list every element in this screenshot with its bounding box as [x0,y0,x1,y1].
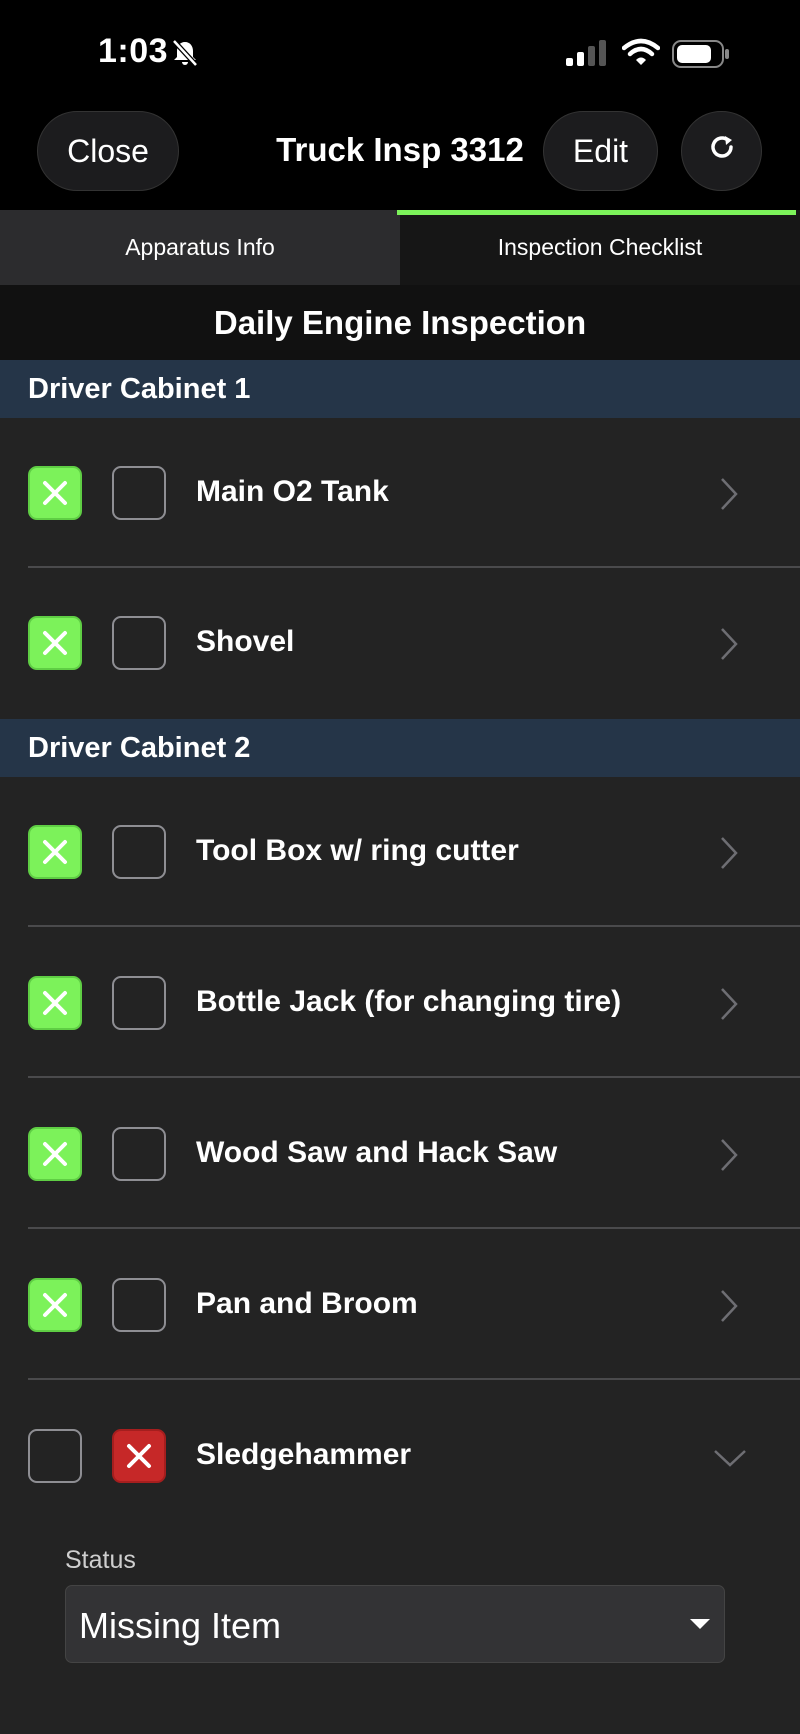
chevron-right-icon [721,837,738,869]
refresh-icon [707,132,737,170]
present-checkbox[interactable] [28,1278,82,1332]
battery-icon [672,40,730,73]
checklist-row[interactable]: Bottle Jack (for changing tire) [0,928,800,1078]
x-mark-icon [43,631,67,655]
x-mark-icon [43,1293,67,1317]
page-title: Truck Insp 3312 [276,131,524,168]
missing-checkbox[interactable] [112,466,166,520]
chevron-right-icon [721,478,738,510]
present-checkbox[interactable] [28,1127,82,1181]
item-label: Wood Saw and Hack Saw [196,1136,558,1169]
item-label: Main O2 Tank [196,475,389,508]
checklist-row[interactable]: Tool Box w/ ring cutter [0,777,800,927]
checklist-row[interactable]: Main O2 Tank [0,418,800,568]
status-select[interactable]: Missing Item [65,1585,725,1663]
close-button[interactable]: Close [37,111,179,191]
x-mark-icon [43,481,67,505]
status-time: 1:03 [98,32,169,70]
row-divider [28,925,800,927]
section-header: Driver Cabinet 1 [0,360,800,418]
x-mark-icon [43,1142,67,1166]
missing-checkbox[interactable] [112,616,166,670]
tab-apparatus-info[interactable]: Apparatus Info [0,210,400,285]
missing-checkbox[interactable] [112,1429,166,1483]
present-checkbox[interactable] [28,616,82,670]
refresh-button[interactable] [681,111,762,191]
bell-slash-icon [170,38,200,73]
nav-bar: Close Truck Insp 3312 Edit [0,105,800,210]
checklist-row[interactable]: Wood Saw and Hack Saw [0,1079,800,1229]
row-divider [28,1378,800,1380]
checklist-row-expanded[interactable]: Sledgehammer [0,1381,800,1531]
tab-inspection-checklist[interactable]: Inspection Checklist [400,210,800,285]
item-label: Bottle Jack (for changing tire) [196,985,622,1018]
missing-checkbox[interactable] [112,825,166,879]
x-mark-icon [127,1444,151,1468]
signal-icon [566,40,610,71]
status-bar: 1:03 [0,0,800,105]
section-header: Driver Cabinet 2 [0,719,800,777]
chevron-right-icon [721,1139,738,1171]
row-divider [28,1076,800,1078]
present-checkbox[interactable] [28,976,82,1030]
status-select-value: Missing Item [79,1605,282,1646]
edit-button[interactable]: Edit [543,111,658,191]
missing-checkbox[interactable] [112,1278,166,1332]
x-mark-icon [43,840,67,864]
chevron-right-icon [721,1290,738,1322]
item-label: Pan and Broom [196,1287,418,1320]
tab-bar: Apparatus Info Inspection Checklist [0,210,800,285]
missing-checkbox[interactable] [112,976,166,1030]
item-label: Tool Box w/ ring cutter [196,834,519,867]
present-checkbox[interactable] [28,825,82,879]
checklist-title: Daily Engine Inspection [0,285,800,360]
wifi-icon [621,38,661,71]
present-checkbox[interactable] [28,1429,82,1483]
chevron-right-icon [721,628,738,660]
chevron-right-icon [721,988,738,1020]
status-label: Status [65,1546,136,1574]
checklist-row[interactable]: Pan and Broom [0,1230,800,1380]
x-mark-icon [43,991,67,1015]
row-divider [28,1227,800,1229]
present-checkbox[interactable] [28,466,82,520]
item-label: Sledgehammer [196,1438,412,1471]
item-label: Shovel [196,625,295,658]
checklist-row[interactable]: Shovel [0,568,800,718]
missing-checkbox[interactable] [112,1127,166,1181]
caret-down-icon [690,1619,710,1629]
active-tab-indicator [397,210,796,215]
chevron-down-icon [714,1450,746,1467]
